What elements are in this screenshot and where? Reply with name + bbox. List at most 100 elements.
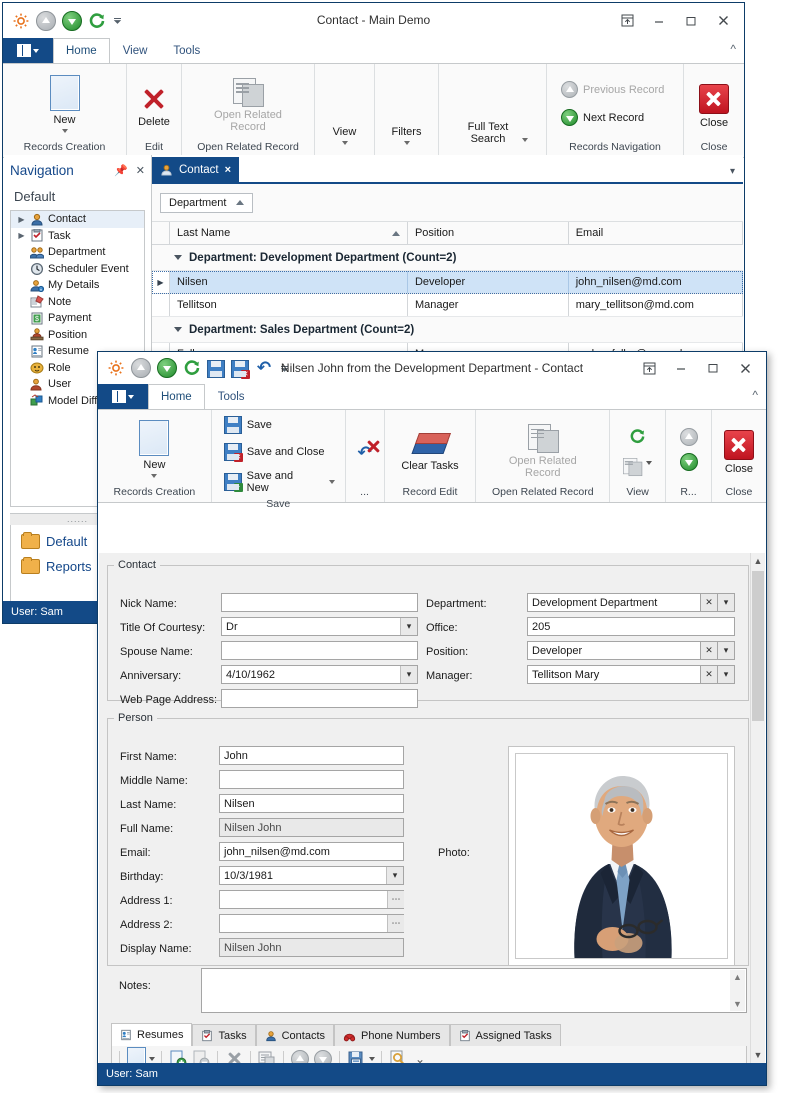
- show-layout-button[interactable]: [623, 455, 653, 476]
- spouse-name-input[interactable]: [221, 641, 418, 660]
- detail-vertical-scrollbar[interactable]: ▲ ▼: [750, 553, 765, 1063]
- tab-home[interactable]: Home: [53, 38, 110, 63]
- manager-clear-button[interactable]: ✕: [701, 665, 718, 684]
- expand-chevron-icon[interactable]: ▶: [17, 215, 26, 224]
- close-icon[interactable]: ✕: [136, 164, 145, 177]
- chevron-down-icon[interactable]: ▾: [400, 618, 417, 635]
- tab-assigned-tasks[interactable]: Assigned Tasks: [449, 1024, 561, 1046]
- grid-group-row[interactable]: Department: Sales Department (Count=2): [152, 317, 743, 343]
- column-header-last-name[interactable]: Last Name: [170, 222, 408, 244]
- table-row[interactable]: ▶ Nilsen Developer john_nilsen@md.com: [152, 271, 743, 294]
- view-button[interactable]: View: [311, 121, 379, 147]
- open-related-record-button[interactable]: Open Related Record: [482, 418, 603, 481]
- new-button[interactable]: [126, 1047, 146, 1063]
- scroll-down-icon[interactable]: ▼: [733, 999, 742, 1009]
- application-menu-button[interactable]: [3, 38, 53, 63]
- close-button[interactable]: Close: [680, 76, 748, 131]
- collapse-ribbon-icon[interactable]: ^: [730, 42, 736, 56]
- delete-button[interactable]: Delete: [120, 77, 188, 130]
- next-record-icon[interactable]: [679, 452, 698, 471]
- office-input[interactable]: 205: [527, 617, 735, 636]
- next-record-button[interactable]: Next Record: [557, 107, 648, 128]
- birthday-combo[interactable]: 10/3/1981 ▾: [219, 866, 404, 885]
- collapse-ribbon-icon[interactable]: ^: [752, 388, 758, 402]
- inline-edit-button[interactable]: [257, 1049, 277, 1063]
- scroll-thumb[interactable]: [752, 571, 764, 721]
- document-tabs-overflow-icon[interactable]: ▾: [730, 166, 735, 177]
- email-input[interactable]: john_nilsen@md.com: [219, 842, 404, 861]
- chevron-down-icon[interactable]: [369, 1056, 375, 1061]
- minimize-icon[interactable]: [666, 355, 696, 381]
- group-by-panel[interactable]: Department: [152, 184, 743, 222]
- toolbar-overflow-icon[interactable]: ⌄: [415, 1052, 425, 1064]
- anniversary-combo[interactable]: 4/10/1962 ▾: [221, 665, 418, 684]
- unlink-button[interactable]: [191, 1049, 211, 1063]
- find-button[interactable]: [388, 1049, 408, 1063]
- export-button[interactable]: [346, 1049, 366, 1063]
- refresh-icon[interactable]: [183, 359, 201, 377]
- new-button[interactable]: New: [31, 73, 99, 135]
- filters-button[interactable]: Filters: [373, 121, 441, 147]
- tab-view[interactable]: View: [110, 38, 161, 63]
- chevron-down-icon[interactable]: ▾: [386, 867, 403, 884]
- first-name-input[interactable]: John: [219, 746, 404, 765]
- refresh-button[interactable]: [629, 428, 646, 448]
- position-lookup[interactable]: Developer: [527, 641, 701, 660]
- chevron-down-icon[interactable]: [149, 1056, 155, 1061]
- address-1-input[interactable]: [219, 890, 404, 909]
- department-dropdown-button[interactable]: ▾: [718, 593, 735, 612]
- new-button[interactable]: New: [120, 418, 188, 480]
- save-icon[interactable]: [207, 359, 225, 378]
- last-name-input[interactable]: Nilsen: [219, 794, 404, 813]
- middle-name-input[interactable]: [219, 770, 404, 789]
- close-icon[interactable]: [708, 8, 738, 34]
- save-button[interactable]: Save: [220, 414, 276, 436]
- quick-access-toolbar[interactable]: [3, 10, 122, 31]
- save-and-close-icon[interactable]: ✕: [231, 359, 250, 379]
- sidebar-item-position[interactable]: Position: [11, 327, 144, 344]
- address-1-ellipsis-button[interactable]: ⋯: [387, 891, 404, 908]
- grid-group-row[interactable]: Department: Development Department (Coun…: [152, 245, 743, 271]
- sidebar-item-scheduler-event[interactable]: Scheduler Event: [11, 261, 144, 278]
- open-related-record-button[interactable]: Open Related Record: [188, 72, 308, 135]
- previous-record-icon[interactable]: [36, 10, 56, 31]
- sidebar-item-note[interactable]: Note: [11, 294, 144, 311]
- next-record-icon[interactable]: [157, 358, 177, 378]
- maximize-icon[interactable]: [676, 8, 706, 34]
- restore-ribbon-icon[interactable]: [612, 8, 642, 34]
- column-header-position[interactable]: Position: [408, 222, 569, 244]
- qat-dropdown-icon[interactable]: [112, 12, 122, 30]
- next-record-icon[interactable]: [62, 10, 82, 31]
- position-clear-button[interactable]: ✕: [701, 641, 718, 660]
- group-chip-department[interactable]: Department: [160, 192, 254, 213]
- sidebar-item-task[interactable]: ▶ Task: [11, 228, 144, 245]
- undo-icon[interactable]: ↶: [255, 359, 273, 377]
- close-button[interactable]: Close: [705, 422, 773, 477]
- gear-icon[interactable]: [12, 12, 30, 30]
- sidebar-item-department[interactable]: Department: [11, 244, 144, 261]
- save-and-new-button[interactable]: + Save and New: [220, 468, 339, 496]
- qat-dropdown-icon[interactable]: [279, 359, 289, 377]
- tab-contacts[interactable]: Contacts: [255, 1024, 335, 1046]
- scroll-up-icon[interactable]: ▲: [733, 972, 742, 982]
- web-page-address-input[interactable]: [221, 689, 418, 708]
- detail-quick-access-toolbar[interactable]: ✕ ↶: [98, 358, 289, 379]
- nick-name-input[interactable]: [221, 593, 418, 612]
- tab-tools[interactable]: Tools: [205, 384, 258, 409]
- title-of-courtesy-combo[interactable]: Dr ▾: [221, 617, 418, 636]
- previous-record-icon[interactable]: [679, 427, 698, 446]
- sidebar-item-my-details[interactable]: My Details: [11, 277, 144, 294]
- position-dropdown-button[interactable]: ▾: [718, 641, 735, 660]
- close-icon[interactable]: [730, 355, 760, 381]
- sidebar-item-contact[interactable]: ▶ Contact: [11, 211, 144, 228]
- pin-icon[interactable]: 📌: [114, 164, 128, 177]
- document-tab-contact[interactable]: Contact ×: [152, 157, 240, 182]
- clear-tasks-button[interactable]: Clear Tasks: [391, 424, 468, 474]
- close-icon[interactable]: ×: [225, 164, 231, 176]
- tab-phone-numbers[interactable]: Phone Numbers: [334, 1024, 450, 1046]
- minimize-icon[interactable]: [644, 8, 674, 34]
- scroll-up-icon[interactable]: ▲: [751, 553, 765, 569]
- department-lookup[interactable]: Development Department: [527, 593, 701, 612]
- notes-scrollbar[interactable]: ▲ ▼: [730, 970, 745, 1011]
- application-menu-button[interactable]: [98, 384, 148, 409]
